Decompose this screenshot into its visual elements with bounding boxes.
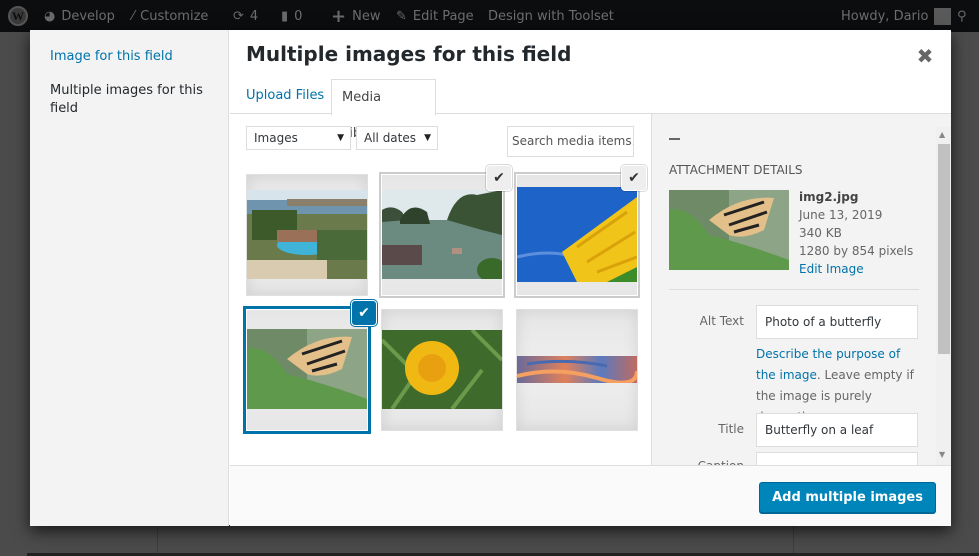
attachment-item[interactable] (382, 310, 502, 430)
dropdown-arrow-icon: ▼ (337, 133, 344, 143)
attachment-thumbnail-bay (382, 190, 502, 279)
scroll-down-icon[interactable]: ▼ (939, 450, 945, 459)
edit-page-link[interactable]: ✎ Edit Page (396, 0, 474, 32)
design-with-toolset-link[interactable]: Design with Toolset (488, 0, 614, 32)
details-divider (669, 289, 919, 290)
media-menu: Image for this field Multiple images for… (30, 30, 229, 526)
alt-text-label: Alt Text (699, 314, 744, 328)
search-media-input[interactable]: Search media items. (507, 126, 634, 157)
selected-check-button[interactable]: ✔ (622, 166, 646, 190)
tab-media-library[interactable]: Media Library (331, 79, 436, 141)
scrollbar-thumb[interactable] (938, 144, 950, 354)
close-button[interactable]: ✖ (913, 44, 937, 68)
media-footer-toolbar: Add multiple images (230, 465, 951, 526)
attachment-dimensions: 1280 by 854 pixels (799, 244, 914, 258)
media-router: Upload Files Media Library (230, 78, 951, 141)
avatar (934, 7, 952, 25)
attachment-filename: img2.jpg (799, 190, 859, 204)
attachment-preview-image (669, 190, 789, 270)
plus-icon: + (331, 5, 347, 27)
checkmark-icon: ✔ (493, 170, 505, 186)
scroll-up-icon[interactable]: ▲ (939, 130, 945, 139)
comments-count: 0 (294, 8, 303, 24)
customize-label: Customize (140, 8, 209, 24)
media-modal: Image for this field Multiple images for… (30, 30, 951, 526)
title-input[interactable]: Butterfly on a leaf (756, 413, 918, 447)
attachment-filesize: 340 KB (799, 226, 842, 240)
collapse-icon[interactable] (669, 138, 680, 140)
search-placeholder: Search media items. (512, 134, 634, 148)
paintbrush-icon: ⁄ (132, 8, 135, 24)
design-with-toolset-label: Design with Toolset (488, 8, 614, 24)
new-label: New (352, 8, 381, 24)
media-type-value: Images (254, 131, 298, 145)
checkmark-icon: ✔ (628, 170, 640, 186)
title-value: Butterfly on a leaf (765, 423, 874, 437)
date-filter[interactable]: All dates ▼ (356, 126, 438, 150)
title-label: Title (718, 422, 744, 436)
attachment-date: June 13, 2019 (799, 208, 883, 222)
attachments-grid: ✔ ✔ ✔ (230, 164, 651, 465)
greeting-label: Howdy, Dario (841, 8, 929, 24)
comments-icon: ▮ (281, 8, 289, 24)
attachment-thumbnail-sunflower (517, 187, 637, 282)
details-scrollbar[interactable]: ▲ ▼ (936, 127, 951, 465)
attachment-item[interactable]: ✔ (247, 301, 376, 430)
account-menu[interactable]: Howdy, Dario (841, 0, 952, 32)
attachment-item[interactable]: ✔ (517, 166, 646, 295)
caption-input[interactable] (756, 452, 918, 465)
attachment-item[interactable] (247, 175, 367, 295)
add-multiple-images-button[interactable]: Add multiple images (759, 482, 936, 513)
attachment-thumbnail-dandelion (382, 330, 502, 409)
selected-check-button[interactable]: ✔ (487, 166, 511, 190)
customize-link[interactable]: ⁄ Customize (132, 0, 208, 32)
attachment-info: img2.jpg June 13, 2019 340 KB 1280 by 85… (799, 188, 913, 278)
alt-text-value: Photo of a butterfly (765, 315, 882, 329)
pencil-icon: ✎ (396, 8, 407, 24)
updates-link[interactable]: ⟳ 4 (233, 0, 258, 32)
checkmark-icon: ✔ (358, 305, 370, 321)
attachment-thumbnail-resort (247, 190, 367, 279)
comments-link[interactable]: ▮ 0 (281, 0, 302, 32)
tab-upload-files[interactable]: Upload Files (236, 78, 334, 115)
wordpress-menu[interactable]: W (8, 0, 28, 32)
modal-title: Multiple images for this field (246, 42, 572, 66)
attachment-details-heading: Attachment Details (669, 163, 803, 177)
new-content-menu[interactable]: + New (331, 0, 380, 32)
dropdown-arrow-icon: ▼ (424, 133, 431, 143)
edit-page-label: Edit Page (412, 8, 474, 24)
admin-search-button[interactable]: ⚲ (957, 0, 967, 32)
attachment-thumbnail-butterfly (247, 329, 367, 409)
updates-icon: ⟳ (233, 8, 244, 24)
updates-count: 4 (249, 8, 259, 24)
attachment-item[interactable] (517, 310, 637, 430)
close-icon: ✖ (916, 44, 934, 68)
attachment-details-sidebar: Attachment Details img2.jpg June 13, 201… (651, 114, 951, 465)
alt-text-input[interactable]: Photo of a butterfly (756, 305, 918, 339)
site-name-menu[interactable]: ◕ Develop (44, 0, 115, 32)
media-toolbar: Images ▼ All dates ▼ Search media items. (230, 114, 650, 164)
date-filter-value: All dates (364, 131, 417, 145)
admin-bar: W ◕ Develop ⁄ Customize ⟳ 4 ▮ 0 + New ✎ … (0, 0, 979, 32)
menu-item-image-for-field[interactable]: Image for this field (50, 48, 220, 66)
wordpress-logo-icon: W (8, 6, 28, 26)
edit-image-link[interactable]: Edit Image (799, 260, 913, 278)
menu-item-multiple-images[interactable]: Multiple images for this field (50, 82, 220, 118)
media-type-filter[interactable]: Images ▼ (246, 126, 351, 150)
attachment-thumbnail-sunset (517, 356, 637, 383)
selected-check-button[interactable]: ✔ (352, 301, 376, 325)
search-icon: ⚲ (957, 8, 967, 24)
site-name-label: Develop (61, 8, 115, 24)
dashboard-icon: ◕ (44, 8, 56, 24)
attachment-item[interactable]: ✔ (382, 166, 511, 295)
